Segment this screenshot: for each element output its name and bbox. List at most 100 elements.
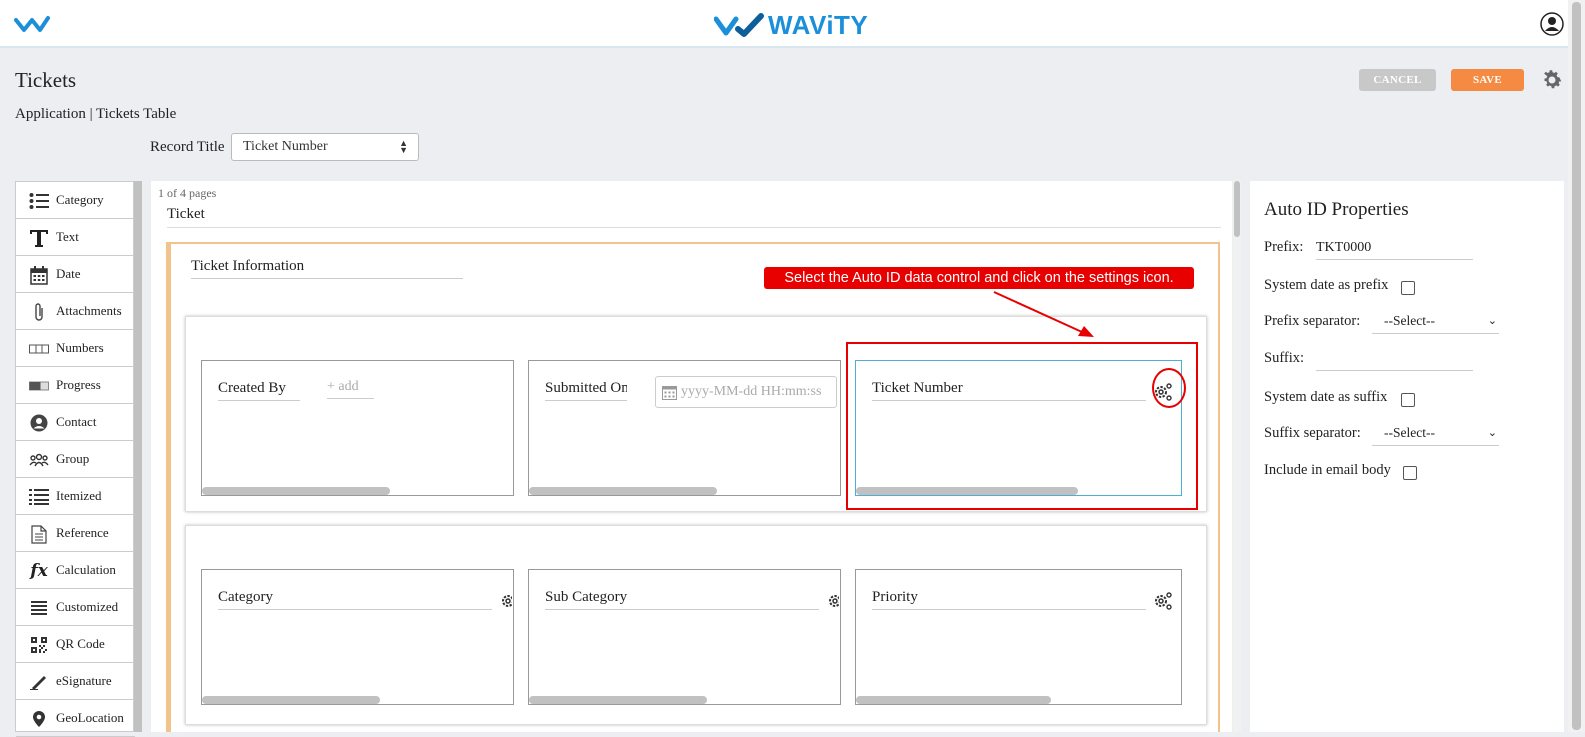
system-date-prefix-checkbox[interactable] (1401, 281, 1415, 295)
field-label: Submitted On (545, 380, 627, 401)
include-email-label: Include in email body (1264, 462, 1391, 478)
instruction-callout: Select the Auto ID data control and clic… (764, 267, 1194, 289)
breadcrumb[interactable]: Application | Tickets Table (15, 106, 176, 123)
chevron-down-icon: ⌄ (1487, 314, 1497, 327)
field-label: Priority (872, 589, 1146, 610)
field-settings-icon[interactable] (1153, 382, 1173, 407)
field-scrollbar[interactable] (202, 696, 380, 704)
field-settings-icon[interactable] (500, 591, 512, 616)
palette-item-progress[interactable]: Progress (16, 367, 135, 404)
palette-item-customized[interactable]: Customized (16, 589, 135, 626)
field-scrollbar[interactable] (529, 696, 707, 704)
document-icon (28, 524, 50, 544)
logo: WAViTY (714, 10, 868, 41)
form-title[interactable]: Ticket (167, 206, 1221, 228)
suffix-label: Suffix: (1264, 350, 1305, 366)
ticket-number-auto-id-field[interactable]: Ticket Number (855, 360, 1182, 496)
text-icon (28, 228, 50, 248)
system-date-suffix-label: System date as suffix (1264, 389, 1388, 405)
user-avatar-icon[interactable] (1540, 12, 1564, 41)
calendar-icon (28, 265, 50, 285)
cancel-button[interactable]: CANCEL (1359, 69, 1436, 91)
field-label: Ticket Number (872, 380, 1146, 401)
add-link[interactable]: + add (327, 379, 374, 399)
qr-code-icon (28, 635, 50, 655)
page-counter: 1 of 4 pages (158, 186, 217, 200)
record-title-select[interactable]: Ticket Number ▲ ▼ (231, 133, 419, 161)
record-title-label: Record Title (150, 139, 225, 155)
sub-category-field[interactable]: Sub Category (528, 569, 841, 705)
field-scrollbar[interactable] (856, 487, 1078, 495)
field-label: Sub Category (545, 589, 819, 610)
palette-item-group[interactable]: Group (16, 441, 135, 478)
save-button[interactable]: SAVE (1451, 69, 1524, 91)
contact-icon (28, 413, 50, 433)
fx-icon: fx (30, 561, 48, 581)
prefix-input[interactable]: TKT0000 (1316, 237, 1473, 260)
palette-item-itemized[interactable]: Itemized (16, 478, 135, 515)
field-row-1: Created By + add Submitted On yyyy-MM-dd… (185, 316, 1207, 512)
palette-item-reference[interactable]: Reference (16, 515, 135, 552)
palette-item-attachments[interactable]: Attachments (16, 293, 135, 330)
field-settings-icon[interactable] (1153, 591, 1173, 616)
palette-item-date[interactable]: Date (16, 256, 135, 293)
pen-icon (28, 672, 50, 692)
include-email-checkbox[interactable] (1403, 466, 1417, 480)
date-placeholder: yyyy-MM-dd HH:mm:ss (681, 384, 822, 399)
logo-text: WAViTY (768, 10, 869, 40)
created-by-field[interactable]: Created By + add (201, 360, 514, 496)
prefix-separator-select[interactable]: --Select-- ⌄ (1372, 313, 1499, 334)
location-pin-icon (28, 709, 50, 729)
paperclip-icon (28, 302, 50, 322)
submitted-on-field[interactable]: Submitted On yyyy-MM-dd HH:mm:ss (528, 360, 841, 496)
prefix-value: TKT0000 (1316, 240, 1372, 255)
palette-item-category[interactable]: Category (16, 182, 135, 219)
wavity-brand-icon[interactable] (14, 14, 50, 39)
lines-icon (28, 598, 50, 618)
settings-gear-icon[interactable] (1540, 68, 1564, 97)
palette-item-esignature[interactable]: eSignature (16, 663, 135, 700)
top-bar: WAViTY (0, 0, 1568, 48)
palette-item-geolocation[interactable]: GeoLocation (16, 700, 135, 737)
group-icon (28, 450, 50, 470)
chevron-down-icon: ⌄ (1487, 426, 1497, 439)
auto-id-properties-panel: Auto ID Properties Prefix: TKT0000 Syste… (1250, 181, 1564, 732)
palette-item-numbers[interactable]: Numbers (16, 330, 135, 367)
numbers-icon (28, 339, 50, 359)
select-arrows-icon: ▲ ▼ (399, 138, 408, 155)
prefix-label: Prefix: (1264, 239, 1304, 255)
system-date-prefix-label: System date as prefix (1264, 277, 1389, 293)
section-title[interactable]: Ticket Information (191, 258, 463, 279)
page-scrollbar[interactable] (1568, 0, 1585, 732)
calendar-icon (662, 385, 677, 400)
date-time-input[interactable]: yyyy-MM-dd HH:mm:ss (655, 376, 837, 408)
list-icon (28, 191, 50, 211)
control-palette: Category Text Date Attachments Numbers P… (15, 181, 135, 737)
progress-icon (28, 376, 50, 396)
suffix-separator-label: Suffix separator: (1264, 425, 1361, 441)
itemized-icon (28, 487, 50, 507)
canvas-scrollbar[interactable] (1233, 181, 1241, 732)
palette-item-contact[interactable]: Contact (16, 404, 135, 441)
palette-item-calculation[interactable]: fx Calculation (16, 552, 135, 589)
callout-arrow (993, 291, 1094, 337)
field-scrollbar[interactable] (529, 487, 717, 495)
wavity-logo-icon (714, 12, 764, 37)
record-title-value: Ticket Number (243, 139, 328, 154)
system-date-suffix-checkbox[interactable] (1401, 393, 1415, 407)
category-field[interactable]: Category (201, 569, 514, 705)
prefix-separator-label: Prefix separator: (1264, 313, 1361, 329)
field-row-2: Category Sub Category Priority (185, 525, 1207, 725)
field-label: Created By (218, 380, 300, 401)
field-settings-icon[interactable] (827, 591, 839, 616)
priority-field[interactable]: Priority (855, 569, 1182, 705)
palette-item-text[interactable]: Text (16, 219, 135, 256)
palette-scrollbar[interactable] (134, 181, 142, 732)
field-scrollbar[interactable] (856, 696, 1051, 704)
field-scrollbar[interactable] (202, 487, 390, 495)
properties-title: Auto ID Properties (1264, 199, 1409, 220)
suffix-separator-select[interactable]: --Select-- ⌄ (1372, 425, 1499, 446)
suffix-input[interactable] (1316, 348, 1473, 371)
field-label: Category (218, 589, 492, 610)
palette-item-qr-code[interactable]: QR Code (16, 626, 135, 663)
